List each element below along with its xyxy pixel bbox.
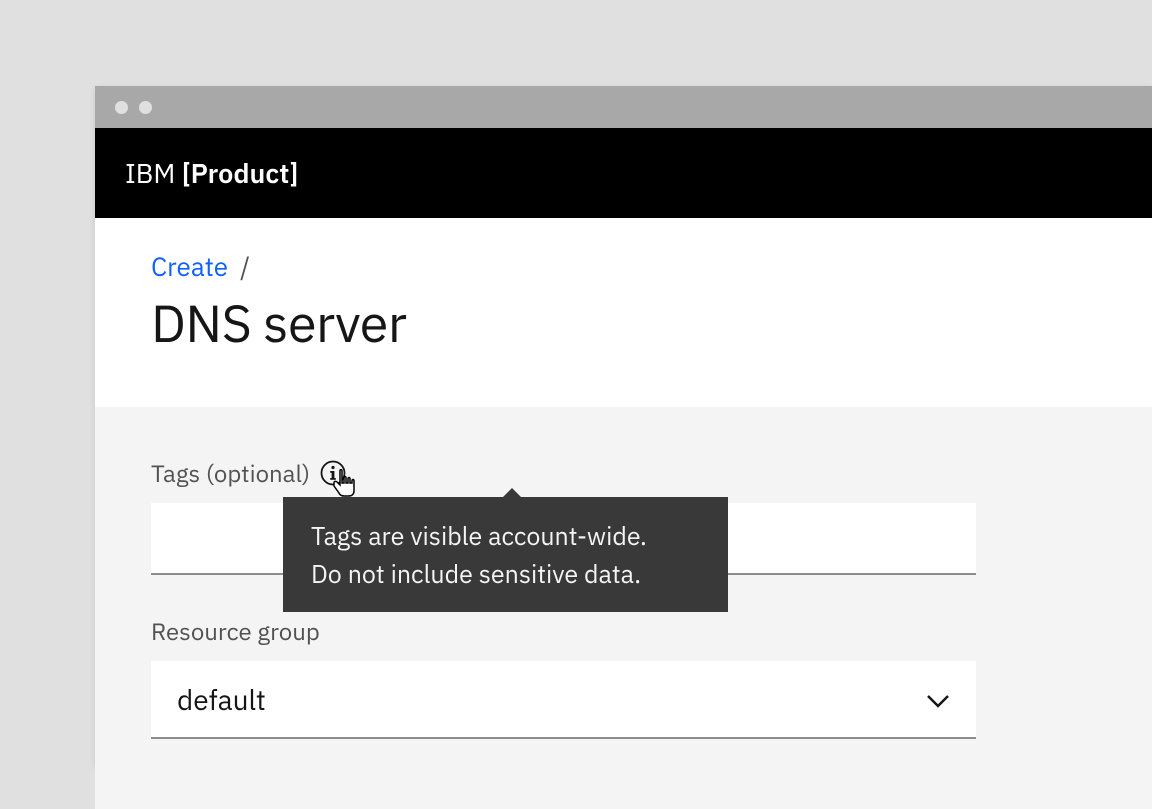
window-control-dot[interactable]	[115, 101, 128, 114]
window-control-dot[interactable]	[139, 101, 152, 114]
resource-group-select-wrapper: default	[151, 661, 976, 739]
tags-label: Tags (optional)	[151, 457, 310, 489]
resource-group-select[interactable]: default	[151, 661, 976, 739]
resource-group-label: Resource group	[151, 615, 320, 647]
tags-label-row: Tags (optional)	[151, 457, 1096, 489]
tooltip-line2: Do not include sensitive data.	[311, 555, 700, 593]
breadcrumb-link-create[interactable]: Create	[151, 250, 228, 284]
window-title-bar	[95, 86, 1152, 128]
breadcrumb: Create /	[151, 250, 1152, 284]
tooltip-line1: Tags are visible account-wide.	[311, 517, 700, 555]
brand-label: IBM [Product]	[125, 156, 298, 191]
tags-field-group: Tags (optional)	[151, 457, 1096, 575]
brand-prefix: IBM	[125, 156, 175, 191]
form-section: Tags (optional)	[95, 407, 1152, 809]
breadcrumb-separator: /	[240, 250, 250, 284]
page-header: Create / DNS server	[95, 218, 1152, 407]
resource-group-field-group: Resource group default	[151, 615, 1096, 739]
brand-product: [Product]	[182, 156, 299, 191]
resource-group-label-row: Resource group	[151, 615, 1096, 647]
info-icon[interactable]	[320, 460, 346, 486]
app-window: IBM [Product] Create / DNS server Tags (…	[95, 86, 1152, 765]
tags-info-wrapper: Tags are visible account-wide. Do not in…	[320, 460, 346, 486]
resource-group-selected-value: default	[177, 681, 266, 718]
page-title: DNS server	[151, 290, 1152, 357]
tags-tooltip: Tags are visible account-wide. Do not in…	[283, 497, 728, 612]
app-header: IBM [Product]	[95, 128, 1152, 218]
